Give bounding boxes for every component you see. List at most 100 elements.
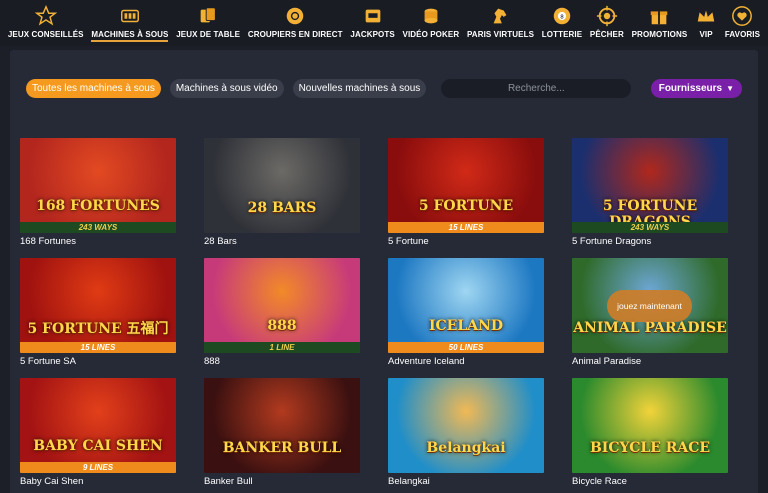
- lottery-ball-icon: 8: [551, 5, 573, 27]
- game-card[interactable]: 5 FORTUNE 15 LINES 5 Fortune: [388, 138, 544, 247]
- paylines-ribbon: 243 WAYS: [20, 222, 176, 233]
- search-input[interactable]: Recherche...: [441, 78, 632, 98]
- filter-new-slots[interactable]: Nouvelles machines à sous: [292, 78, 427, 98]
- game-thumbnail[interactable]: BANKER BULL: [204, 378, 360, 473]
- nav-label: JACKPOTS: [350, 30, 395, 39]
- game-logo: 168 FORTUNES: [36, 198, 160, 214]
- game-title[interactable]: Adventure Iceland: [388, 356, 544, 367]
- svg-text:8: 8: [560, 14, 564, 20]
- game-artwork: [572, 378, 728, 473]
- nav-label: VIP: [699, 30, 713, 39]
- nav-item-5[interactable]: VIDÉO POKER: [403, 0, 460, 39]
- crown-icon: [695, 5, 717, 27]
- game-title[interactable]: 5 Fortune SA: [20, 356, 176, 367]
- game-logo: 5 FORTUNE 五福门: [27, 321, 169, 337]
- nav-item-3[interactable]: CROUPIERS EN DIRECT: [248, 0, 343, 39]
- game-logo: ICELAND: [428, 318, 503, 334]
- game-title[interactable]: Baby Cai Shen: [20, 476, 176, 487]
- horse-icon: [489, 5, 511, 27]
- game-title[interactable]: 5 Fortune: [388, 236, 544, 247]
- star-icon: [34, 4, 58, 27]
- paylines-ribbon: 9 LINES: [20, 462, 176, 473]
- game-logo: Belangkai: [426, 440, 506, 456]
- game-logo: 888: [267, 318, 297, 334]
- game-thumbnail[interactable]: 168 FORTUNES 243 WAYS: [20, 138, 176, 233]
- nav-label: PÊCHER: [589, 30, 624, 39]
- nav-item-11[interactable]: FAVORIS: [725, 0, 760, 39]
- nav-item-1[interactable]: MACHINES À SOUS: [91, 0, 169, 42]
- game-card[interactable]: ICELAND 50 LINES Adventure Iceland: [388, 258, 544, 367]
- filter-bar: Toutes les machines à sous Machines à so…: [26, 78, 742, 98]
- game-card[interactable]: 168 FORTUNES 243 WAYS 168 Fortunes: [20, 138, 176, 247]
- game-thumbnail[interactable]: 888 1 LINE: [204, 258, 360, 353]
- game-thumbnail[interactable]: BICYCLE RACE: [572, 378, 728, 473]
- paylines-ribbon: 15 LINES: [20, 342, 176, 353]
- game-card[interactable]: BABY CAI SHEN 9 LINES Baby Cai Shen: [20, 378, 176, 487]
- top-navigation: JEUX CONSEILLÉS MACHINES À SOUS JEUX DE TA…: [0, 0, 768, 46]
- filter-video-slots[interactable]: Machines à sous vidéo: [169, 78, 284, 98]
- game-thumbnail[interactable]: 5 FORTUNE DRAGONS243 WAYS: [572, 138, 728, 233]
- game-thumbnail[interactable]: 28 BARS: [204, 138, 360, 233]
- target-icon: [596, 5, 618, 27]
- providers-dropdown[interactable]: Fournisseurs ▼: [650, 78, 742, 98]
- paylines-ribbon: 50 LINES: [388, 342, 544, 353]
- cards-icon: [197, 5, 219, 27]
- nav-item-10[interactable]: VIP: [695, 0, 717, 39]
- paylines-ribbon: 243 WAYS: [572, 222, 728, 233]
- nav-item-7[interactable]: 8 LOTTERIE: [542, 0, 582, 39]
- nav-item-2[interactable]: JEUX DE TABLE: [176, 0, 240, 39]
- nav-label: JEUX DE TABLE: [176, 30, 241, 39]
- game-logo: BICYCLE RACE: [589, 440, 711, 456]
- paylines-ribbon: 1 LINE: [204, 342, 360, 353]
- game-card[interactable]: BICYCLE RACE Bicycle Race: [572, 378, 728, 487]
- game-card[interactable]: 888 1 LINE 888: [204, 258, 360, 367]
- providers-label: Fournisseurs: [658, 82, 723, 94]
- game-artwork: [20, 378, 176, 473]
- paylines-ribbon: 15 LINES: [388, 222, 544, 233]
- game-artwork: [388, 138, 544, 233]
- game-title[interactable]: Bicycle Race: [572, 476, 728, 487]
- game-logo: 5 FORTUNE: [418, 198, 514, 214]
- game-artwork: [388, 258, 544, 353]
- nav-label: MACHINES À SOUS: [91, 30, 169, 42]
- game-title[interactable]: Belangkai: [388, 476, 544, 487]
- gift-icon: [648, 5, 670, 27]
- nav-label: FAVORIS: [724, 30, 761, 39]
- game-card[interactable]: 5 FORTUNE 五福门 15 LINES 5 Fortune SA: [20, 258, 176, 367]
- nav-label: LOTTERIE: [541, 30, 583, 39]
- nav-item-9[interactable]: PROMOTIONS: [632, 0, 688, 39]
- game-card[interactable]: 28 BARS 28 Bars: [204, 138, 360, 247]
- nav-item-4[interactable]: JACKPOTS: [350, 0, 395, 39]
- game-artwork: [20, 138, 176, 233]
- game-card[interactable]: BANKER BULL Banker Bull: [204, 378, 360, 487]
- game-card[interactable]: ANIMAL PARADISE jouez maintenant Animal Pa…: [572, 258, 728, 367]
- nav-label: JEUX CONSEILLÉS: [7, 30, 84, 39]
- game-thumbnail[interactable]: 5 FORTUNE 五福门 15 LINES: [20, 258, 176, 353]
- game-thumbnail[interactable]: Belangkai: [388, 378, 544, 473]
- nav-label: CROUPIERS EN DIRECT: [247, 30, 343, 39]
- game-title[interactable]: 168 Fortunes: [20, 236, 176, 247]
- game-title[interactable]: Banker Bull: [204, 476, 360, 487]
- nav-label: PROMOTIONS: [631, 30, 688, 39]
- game-thumbnail[interactable]: 5 FORTUNE 15 LINES: [388, 138, 544, 233]
- game-title[interactable]: 5 Fortune Dragons: [572, 236, 728, 247]
- game-thumbnail[interactable]: BABY CAI SHEN 9 LINES: [20, 378, 176, 473]
- game-thumbnail[interactable]: ICELAND 50 LINES: [388, 258, 544, 353]
- nav-item-8[interactable]: PÊCHER: [590, 0, 624, 39]
- game-card[interactable]: Belangkai Belangkai: [388, 378, 544, 487]
- game-logo: BABY CAI SHEN: [33, 438, 163, 454]
- filter-all-slots[interactable]: Toutes les machines à sous: [26, 78, 161, 98]
- game-logo: 28 BARS: [247, 200, 317, 216]
- game-logo: ANIMAL PARADISE: [573, 320, 727, 336]
- game-thumbnail[interactable]: ANIMAL PARADISE jouez maintenant: [572, 258, 728, 353]
- game-card[interactable]: 5 FORTUNE DRAGONS243 WAYS 5 Fortune Drago…: [572, 138, 728, 247]
- nav-item-0[interactable]: JEUX CONSEILLÉS: [8, 0, 84, 39]
- game-title[interactable]: 888: [204, 356, 360, 367]
- game-title[interactable]: Animal Paradise: [572, 356, 728, 367]
- game-title[interactable]: 28 Bars: [204, 236, 360, 247]
- nav-item-6[interactable]: PARIS VIRTUELS: [467, 0, 534, 39]
- play-now-button[interactable]: jouez maintenant: [607, 290, 692, 322]
- games-panel: Toutes les machines à sous Machines à so…: [10, 50, 758, 493]
- game-logo: BANKER BULL: [222, 440, 342, 456]
- nav-label: PARIS VIRTUELS: [466, 30, 535, 39]
